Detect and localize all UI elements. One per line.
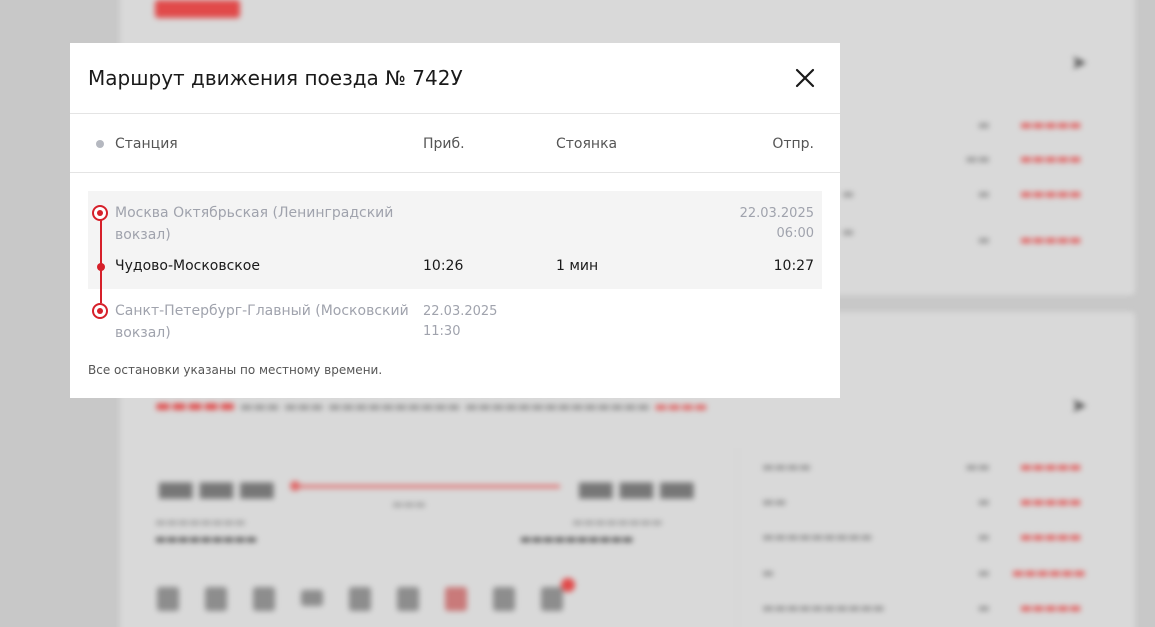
amenity-icon [541, 587, 563, 611]
stop-destination-name: Санкт-Петербург-Главный (Московский вокз… [115, 300, 409, 344]
column-departure: Отпр. [772, 136, 814, 152]
stop-name-line: Москва Октябрьская (Ленинградский [115, 205, 394, 221]
timezone-footnote: Все остановки указаны по местному времен… [88, 363, 383, 377]
amenity-icon [205, 587, 227, 611]
stop-origin-departure: 22.03.2025 06:00 [740, 204, 814, 244]
amenity-icon [157, 587, 179, 611]
route-line [100, 218, 102, 303]
background-divider [737, 448, 738, 627]
background-text: ▬▬▬▬▬▬▬▬▬ [155, 532, 258, 546]
column-arrival: Приб. [423, 136, 465, 152]
column-stop: Стоянка [556, 136, 618, 152]
departure-time: 06:00 [776, 226, 814, 241]
origin-station-icon [92, 205, 108, 221]
modal-header: Маршрут движения поезда № 742У [70, 43, 840, 114]
amenity-icon [253, 587, 275, 611]
amenity-icon [349, 587, 371, 611]
station-bullet-icon [96, 140, 104, 148]
stop-intermediate-departure: 10:27 [773, 258, 814, 274]
background-route-line [296, 485, 560, 488]
stop-destination-arrival: 22.03.2025 11:30 [423, 302, 497, 342]
intermediate-station-icon [97, 263, 105, 271]
amenity-icon [445, 587, 467, 611]
share-icon: ➤ [1070, 393, 1088, 417]
share-icon: ➤ [1070, 50, 1088, 74]
background-duration: ▬▬▬ [392, 497, 427, 511]
destination-station-icon [92, 303, 108, 319]
amenity-icon [301, 590, 323, 606]
modal-title: Маршрут движения поезда № 742У [88, 66, 463, 90]
background-text: ▬▬▬▬▬▬▬▬ [572, 515, 663, 529]
background-arrival-time: ▬▬▬ [575, 462, 698, 513]
background-text: ▬▬▬▬▬▬▬▬▬▬ [520, 532, 634, 546]
arrival-time: 11:30 [423, 324, 461, 339]
close-icon [795, 68, 815, 88]
stop-name-line: вокзал) [115, 325, 171, 341]
amenity-icon [493, 587, 515, 611]
route-modal: Маршрут движения поезда № 742У Станция П… [70, 43, 840, 398]
close-button[interactable] [792, 65, 818, 91]
stop-name-line: Санкт-Петербург-Главный (Московский [115, 303, 409, 319]
amenity-badge [561, 578, 575, 592]
arrival-date: 22.03.2025 [423, 304, 498, 319]
stop-intermediate-arrival: 10:26 [423, 258, 464, 274]
stop-intermediate-duration: 1 мин [556, 258, 599, 274]
background-badge [155, 0, 240, 18]
background-train-header: ▬▬▬▬▬ ▬▬▬ ▬▬▬ ▬▬▬▬▬▬▬▬▬▬ ▬▬▬▬▬▬▬▬▬▬▬▬▬▬ … [155, 396, 708, 416]
stop-name-line: вокзал) [115, 227, 171, 243]
background-departure-time: ▬▬▬ [155, 462, 278, 513]
stop-intermediate-name: Чудово-Московское [115, 258, 260, 274]
amenity-icon [397, 587, 419, 611]
background-text: ▬▬▬▬▬▬▬▬ [155, 515, 246, 529]
column-headers: Станция Приб. Стоянка Отпр. [70, 114, 840, 173]
column-station: Станция [115, 136, 178, 152]
departure-date: 22.03.2025 [739, 206, 814, 221]
stop-origin-name: Москва Октябрьская (Ленинградский вокзал… [115, 202, 393, 246]
